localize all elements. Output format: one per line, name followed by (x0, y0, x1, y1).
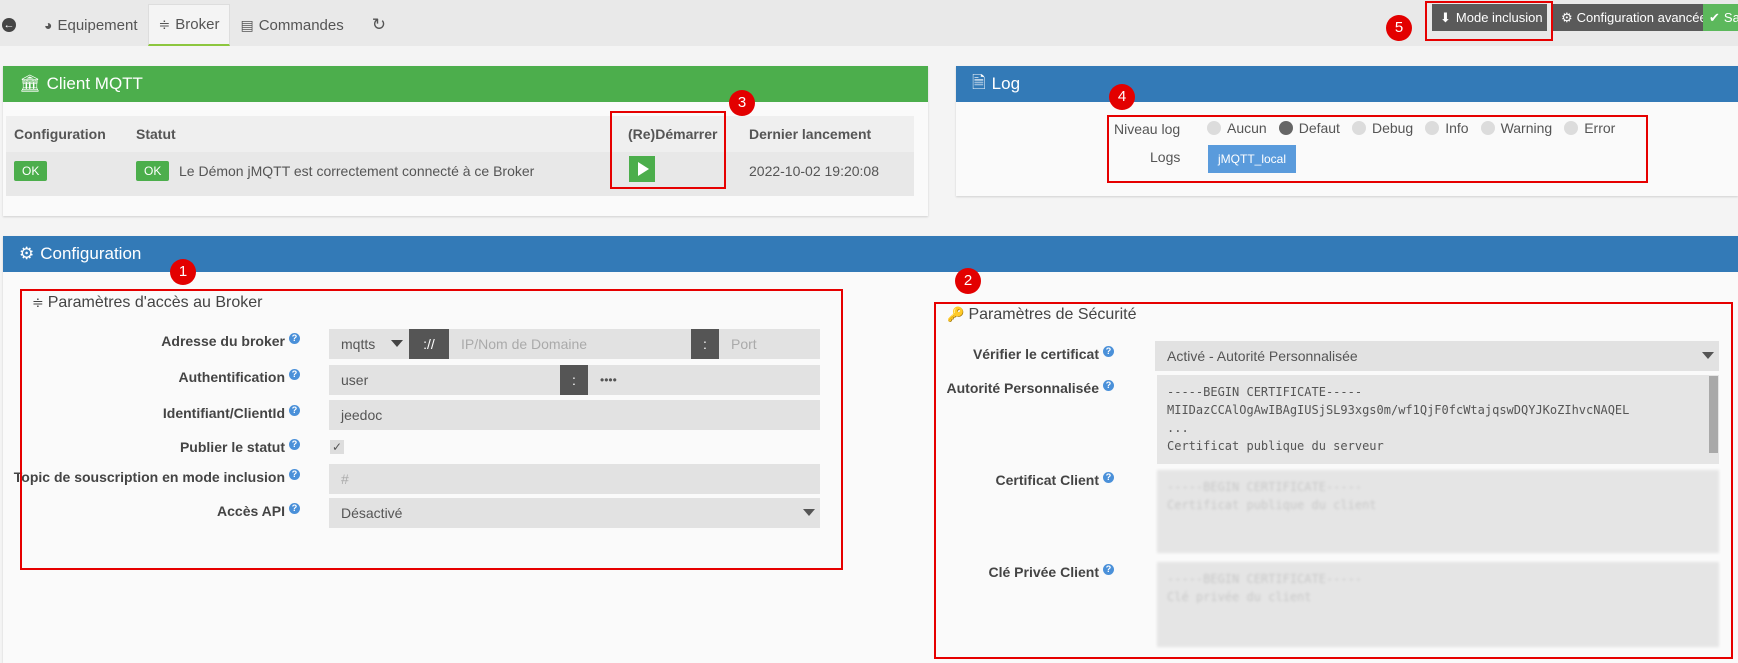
tab-list: ← ◕ Equipement ≑ Broker ▤ Commandes ↻ (0, 4, 401, 46)
client-mqtt-title: Client MQTT (46, 74, 143, 93)
annotation-box-1 (20, 289, 843, 570)
gauge-icon: ◕ (44, 17, 53, 33)
save-button[interactable]: ✔ Sa (1703, 4, 1738, 31)
configuration-avancee-label: Configuration avancée (1576, 10, 1707, 25)
dernier-lancement-value: 2022-10-02 19:20:08 (749, 163, 879, 179)
annotation-box-3 (610, 111, 726, 189)
configuration-avancee-button[interactable]: ⚙ Configuration avancée (1553, 4, 1707, 31)
marker-2: 2 (955, 268, 981, 294)
config-ok-badge: OK (14, 161, 48, 181)
tab-broker[interactable]: ≑ Broker (147, 4, 231, 46)
list-icon: ▤ (240, 16, 254, 33)
gears-icon: ⚙ (1561, 9, 1573, 25)
gears-icon: ⚙ (19, 244, 35, 263)
refresh-tab[interactable]: ↻ (354, 4, 401, 46)
check-circle-icon: ✔ (1709, 9, 1720, 25)
log-header: 🗎 Log (956, 66, 1738, 102)
annotation-box-2 (934, 302, 1733, 659)
tab-label: Equipement (57, 16, 138, 34)
annotation-box-4 (1107, 115, 1648, 183)
arrow-left-circle-icon: ← (2, 18, 16, 32)
configuration-title: Configuration (40, 244, 142, 263)
annotation-box-5 (1425, 1, 1553, 41)
col-header-statut: Statut (136, 126, 176, 142)
marker-5: 5 (1386, 15, 1412, 41)
marker-4: 4 (1109, 84, 1135, 110)
col-header-dernier-lancement: Dernier lancement (749, 126, 872, 142)
mqtt-status-table: Configuration Statut (Re)Démarrer Dernie… (6, 116, 914, 196)
save-label: Sa (1723, 10, 1738, 25)
tab-commandes[interactable]: ▤ Commandes (230, 4, 353, 46)
marker-1: 1 (170, 259, 196, 285)
configuration-header: ⚙ Configuration (3, 236, 1738, 272)
file-icon: 🗎 (972, 72, 986, 92)
statut-text: Le Démon jMQTT est correctement connecté… (179, 163, 535, 179)
log-title: Log (991, 74, 1021, 93)
bank-icon: 🏛 (19, 74, 41, 93)
tab-equipement[interactable]: ◕ Equipement (34, 4, 148, 46)
marker-3: 3 (729, 90, 755, 116)
back-tab[interactable]: ← (0, 4, 22, 46)
refresh-icon: ↻ (371, 15, 386, 34)
client-mqtt-header: 🏛 Client MQTT (3, 66, 928, 102)
tab-label: Broker (175, 16, 220, 33)
tab-label: Commandes (258, 16, 344, 34)
rss-icon: ≑ (158, 16, 171, 32)
statut-ok-badge: OK (136, 161, 170, 181)
col-header-configuration: Configuration (14, 126, 106, 142)
